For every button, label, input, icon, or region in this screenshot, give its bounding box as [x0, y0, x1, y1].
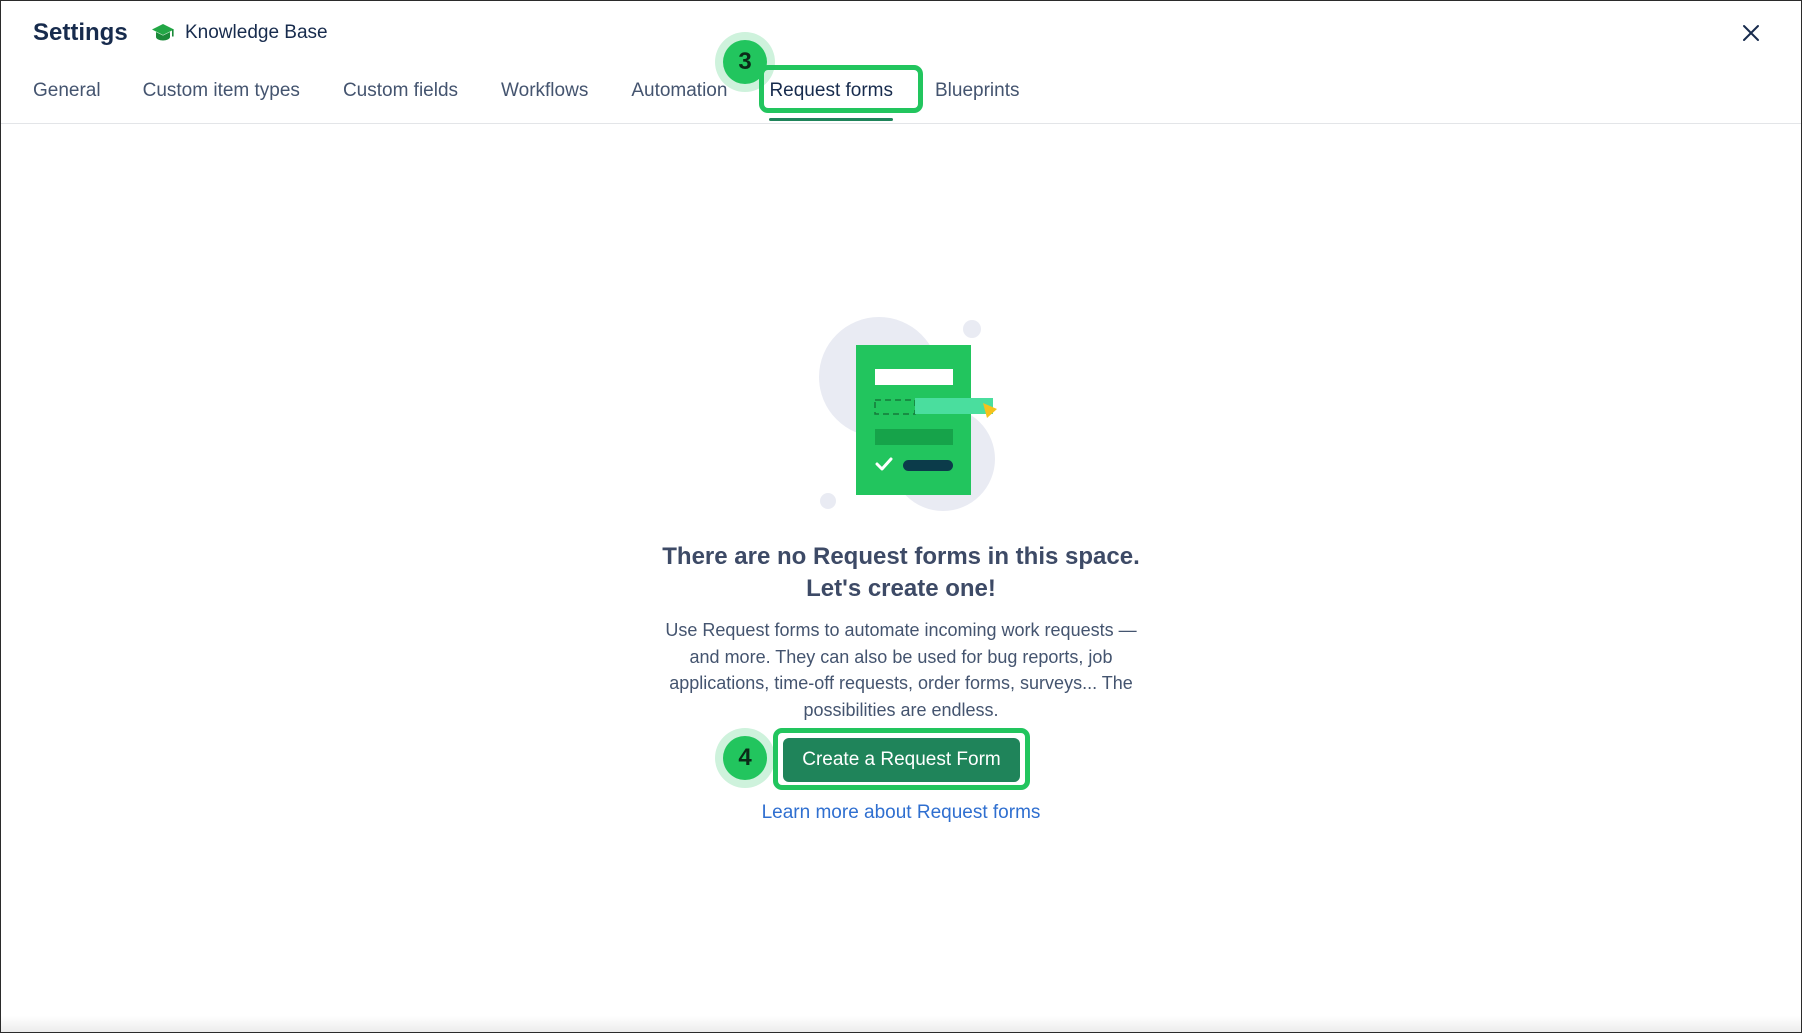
step-badge-4: 4 — [723, 736, 767, 780]
tab-general[interactable]: General — [33, 75, 101, 121]
learn-more-link: Learn more about Request forms — [1, 799, 1801, 827]
settings-tabs: General Custom item types Custom fields … — [33, 75, 1020, 121]
page-title: Settings — [33, 19, 128, 46]
space-indicator: Knowledge Base — [151, 19, 328, 47]
learn-more-link-text[interactable]: Learn more about Request forms — [762, 802, 1041, 823]
tab-workflows[interactable]: Workflows — [501, 75, 588, 121]
step-badge-3: 3 — [723, 40, 767, 84]
tab-custom-fields[interactable]: Custom fields — [343, 75, 458, 121]
settings-dialog: Settings Knowledge Base General Custom i… — [0, 0, 1802, 1033]
tab-blueprints[interactable]: Blueprints — [935, 75, 1020, 121]
tab-request-forms[interactable]: Request forms — [769, 75, 893, 121]
empty-state-description: Use Request forms to automate incoming w… — [665, 620, 1137, 720]
empty-state-heading: There are no Request forms in this space… — [662, 543, 1140, 602]
request-form-illustration — [819, 317, 997, 511]
tab-custom-item-types[interactable]: Custom item types — [143, 75, 300, 121]
window-bottom-edge — [1, 1016, 1801, 1032]
settings-header: Settings Knowledge Base General Custom i… — [1, 1, 1801, 124]
close-button[interactable] — [1737, 19, 1765, 47]
close-icon — [1743, 25, 1759, 41]
empty-state: There are no Request forms in this space… — [1, 317, 1801, 723]
graduation-cap-icon — [151, 23, 175, 43]
space-name: Knowledge Base — [185, 22, 328, 43]
tab-automation[interactable]: Automation — [631, 75, 727, 121]
create-request-form-button[interactable]: Create a Request Form — [783, 738, 1020, 782]
